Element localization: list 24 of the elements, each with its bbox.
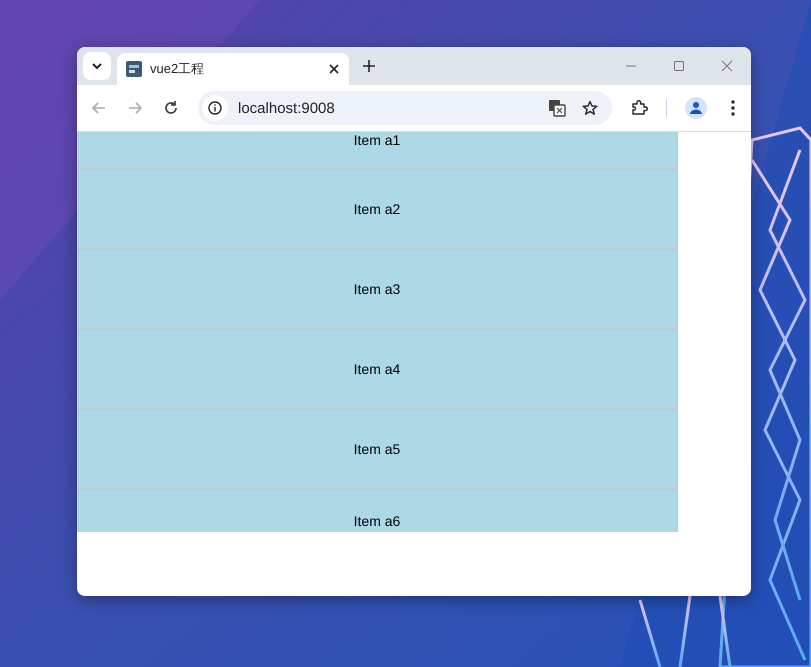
new-tab-icon[interactable] [363, 60, 375, 72]
site-info-button[interactable] [202, 95, 228, 121]
person-icon [689, 101, 703, 115]
item-label: Item a5 [354, 441, 400, 457]
menu-icon[interactable] [731, 100, 735, 116]
item-label: Item a1 [354, 132, 400, 148]
browser-tab[interactable]: vue2工程 [117, 53, 349, 85]
url-text: localhost:9008 [238, 100, 335, 116]
info-icon [208, 101, 222, 115]
item-label: Item a3 [354, 281, 400, 297]
item-label: Item a6 [354, 513, 400, 529]
address-bar[interactable]: localhost:9008 [198, 91, 612, 125]
profile-avatar[interactable] [685, 97, 707, 119]
item-label: Item a4 [354, 361, 400, 377]
maximize-icon[interactable] [673, 60, 685, 72]
tab-search-button[interactable] [83, 52, 111, 80]
item-label: Item a2 [354, 201, 400, 217]
close-icon[interactable] [329, 64, 339, 74]
favicon-icon [126, 61, 142, 77]
star-icon[interactable] [582, 100, 598, 116]
translate-icon[interactable] [548, 99, 566, 117]
puzzle-icon[interactable] [630, 99, 648, 117]
tab-title: vue2工程 [150, 60, 206, 78]
reload-icon[interactable] [163, 100, 179, 116]
